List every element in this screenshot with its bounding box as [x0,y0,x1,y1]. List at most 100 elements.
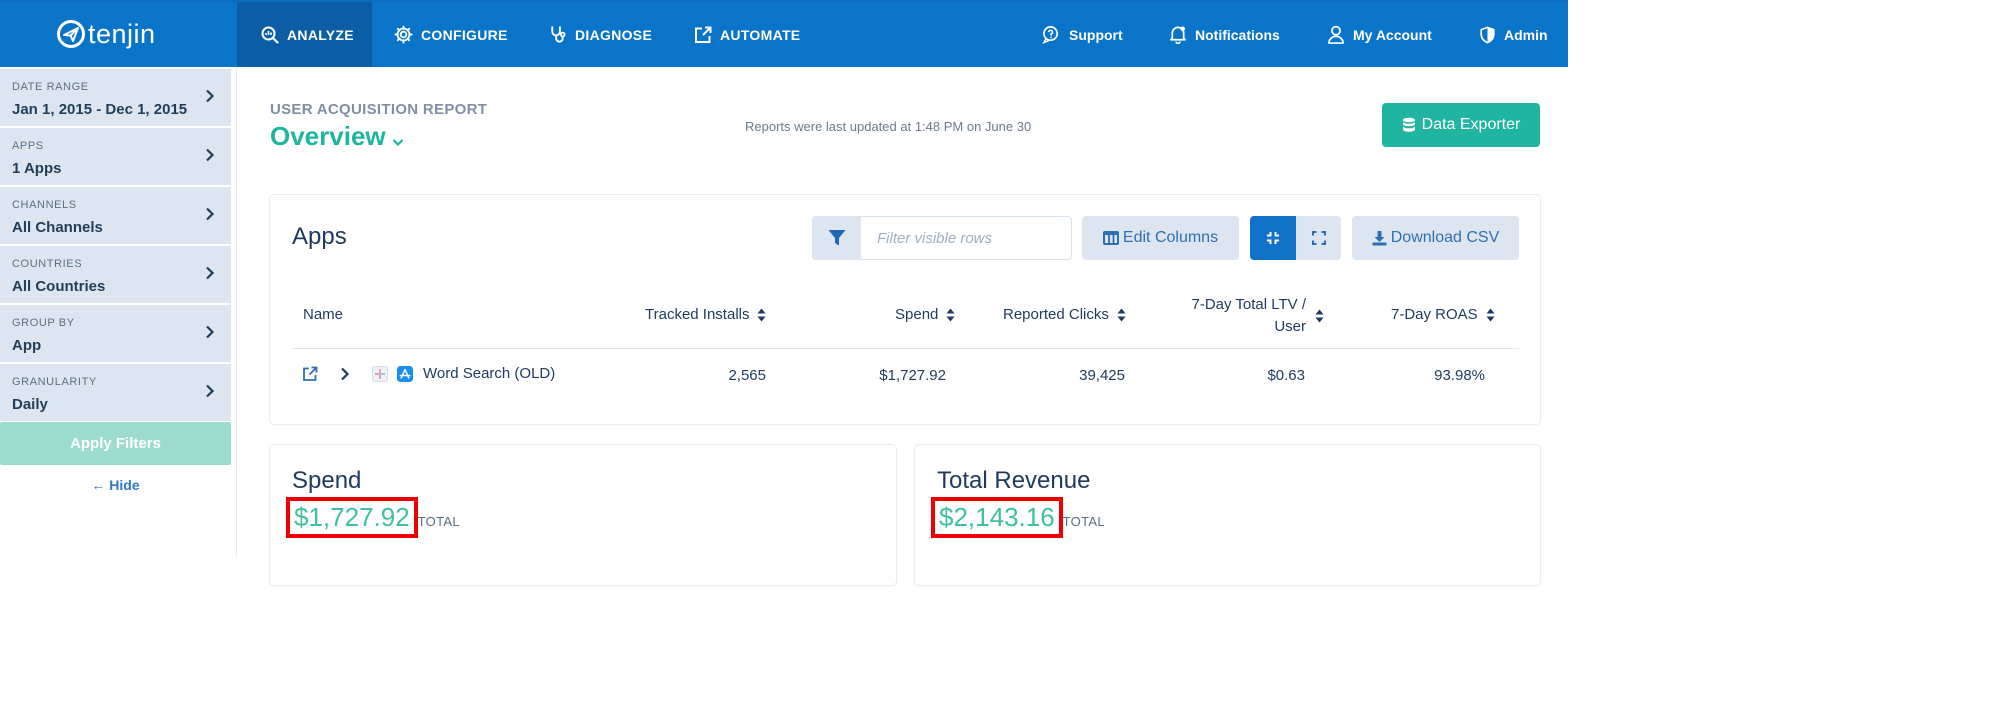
column-header-reported-clicks[interactable]: Reported Clicks [1003,306,1126,323]
download-csv-label: Download CSV [1390,229,1500,246]
sort-icon [757,308,766,322]
column-header-tracked-installs[interactable]: Tracked Installs [645,306,766,323]
filter-label: GRANULARITY [12,376,97,388]
apply-filters-button[interactable]: Apply Filters [0,422,231,465]
external-edit-icon [694,26,712,44]
database-icon [1402,117,1416,133]
top-nav: tenjin ANALYZE CONFIGURE DIAGNOSE AUTOMA… [0,0,1568,67]
external-link-icon[interactable] [302,366,318,382]
revenue-card: Total Revenue $2,143.16 TOTAL [915,445,1540,585]
spend-card: Spend $1,727.92 TOTAL [270,445,896,585]
filter-countries[interactable]: COUNTRIES All Countries [0,246,231,303]
spend-value-wrap: $1,727.92 TOTAL [286,497,460,538]
chevron-down-icon [392,123,404,154]
nav-analyze[interactable]: ANALYZE [237,2,372,67]
nav-admin-label: Admin [1504,26,1548,43]
tenjin-logo-icon [57,20,85,48]
analyze-icon [261,26,279,44]
chevron-right-icon [205,207,215,226]
filter-rows-input[interactable] [861,217,1061,259]
data-exporter-button[interactable]: Data Exporter [1382,103,1540,147]
hide-label: Hide [109,477,140,493]
cell-reported-clicks: 39,425 [1079,367,1125,384]
app-store-icon [397,365,413,382]
nav-automate-label: AUTOMATE [720,26,801,43]
app-name[interactable]: Word Search (OLD) [423,365,555,382]
nav-automate[interactable]: AUTOMATE [694,2,800,67]
filter-granularity[interactable]: GRANULARITY Daily [0,364,231,421]
report-subtitle: USER ACQUISITION REPORT [270,101,488,118]
nav-diagnose-label: DIAGNOSE [575,26,653,43]
apps-card-title: Apps [292,223,347,250]
filter-value: Daily [12,396,48,413]
filter-label: APPS [12,140,44,152]
columns-icon [1102,231,1119,245]
filter-funnel-icon[interactable] [813,217,861,259]
view-size-toggle [1250,216,1341,260]
data-exporter-label: Data Exporter [1421,116,1521,133]
column-header-name[interactable]: Name [303,306,343,323]
filter-label: DATE RANGE [12,81,89,93]
chevron-right-icon [205,148,215,167]
nav-notifications[interactable]: Notifications [1169,2,1280,67]
column-header-ltv[interactable]: 7-Day Total LTV / User [1170,294,1307,338]
expand-row-chevron-icon[interactable] [340,367,350,381]
sort-icon[interactable] [1315,309,1324,328]
column-header-label: Reported Clicks [1003,306,1109,323]
column-header-spend[interactable]: Spend [895,306,955,323]
nav-my-account[interactable]: My Account [1327,2,1432,67]
filter-apps[interactable]: APPS 1 Apps [0,128,231,185]
chevron-right-icon [205,266,215,285]
filter-channels[interactable]: CHANNELS All Channels [0,187,231,244]
cell-roas: 93.98% [1434,367,1485,384]
gear-icon [394,25,413,44]
column-header-label: Name [303,306,344,323]
column-header-label: Spend [895,306,939,323]
nav-diagnose[interactable]: DIAGNOSE [549,2,652,67]
chevron-right-icon [205,384,215,403]
nav-support-label: Support [1069,26,1123,43]
download-csv-button[interactable]: Download CSV [1352,216,1519,260]
support-icon [1042,25,1061,44]
table-row-controls: Word Search (OLD) [302,365,555,382]
expand-icon[interactable] [1296,216,1341,260]
filter-date-range[interactable]: DATE RANGE Jan 1, 2015 - Dec 1, 2015 [0,69,231,126]
shield-icon [1479,26,1496,44]
user-icon [1327,25,1345,44]
spend-total-suffix: TOTAL [417,514,460,529]
sort-icon [1117,308,1126,322]
nav-support[interactable]: Support [1042,2,1123,67]
chevron-right-icon [205,325,215,344]
nav-configure[interactable]: CONFIGURE [394,2,508,67]
download-icon [1372,230,1387,246]
filter-value: 1 Apps [12,160,62,177]
sort-icon [1486,308,1495,322]
column-header-roas[interactable]: 7-Day ROAS [1391,306,1495,323]
last-updated-text: Reports were last updated at 1:48 PM on … [745,119,1032,134]
edit-columns-label: Edit Columns [1122,229,1219,246]
column-header-label: 7-Day Total LTV / User [1191,296,1307,335]
hide-sidebar-link[interactable]: ← Hide [0,477,231,493]
filter-group-by[interactable]: GROUP BY App [0,305,231,362]
compress-icon[interactable] [1250,216,1296,260]
edit-columns-button[interactable]: Edit Columns [1082,216,1239,260]
revenue-value-wrap: $2,143.16 TOTAL [931,497,1105,538]
report-selector[interactable]: Overview [270,119,404,154]
filter-value: All Channels [12,219,103,236]
tenjin-logo[interactable]: tenjin [57,16,156,52]
filter-value: Jan 1, 2015 - Dec 1, 2015 [12,101,188,118]
stethoscope-icon [549,25,567,44]
arrow-left-icon: ← [91,477,106,493]
chevron-right-icon [205,89,215,108]
filter-value: App [12,337,42,354]
column-header-label: 7-Day ROAS [1391,306,1478,323]
spend-card-title: Spend [292,467,362,494]
filter-sidebar: DATE RANGE Jan 1, 2015 - Dec 1, 2015 APP… [0,67,237,557]
cell-ltv: $0.63 [1267,367,1305,384]
nav-analyze-label: ANALYZE [287,26,354,43]
page-title: Overview [270,121,386,151]
app-thumbnail-icon [372,365,388,382]
nav-admin[interactable]: Admin [1479,2,1548,67]
nav-configure-label: CONFIGURE [421,26,508,43]
header-divider [292,348,1519,349]
